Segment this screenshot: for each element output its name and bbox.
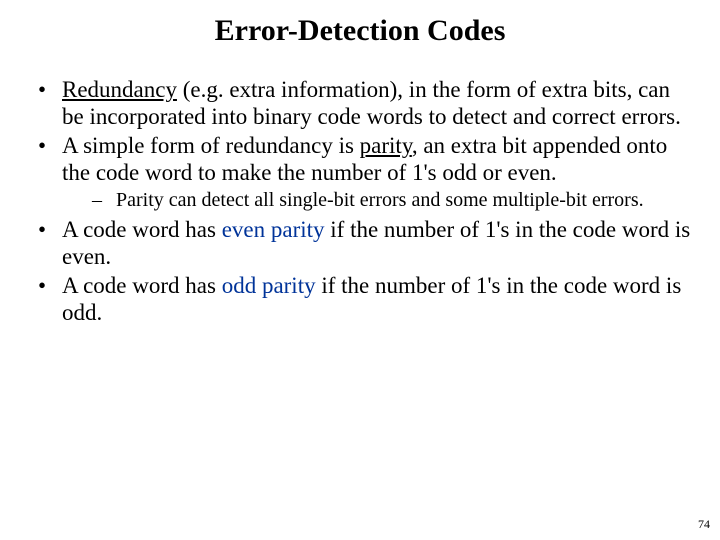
page-number: 74 — [698, 517, 710, 532]
bullet-parity: A simple form of redundancy is parity, a… — [32, 132, 692, 212]
underlined-term-parity: parity — [360, 133, 412, 158]
keyword-even-parity: even parity — [222, 217, 325, 242]
sub-bullet-text: Parity can detect all single-bit errors … — [116, 189, 644, 211]
slide-title: Error-Detection Codes — [0, 0, 720, 58]
bullet-text: A simple form of redundancy is — [62, 133, 360, 158]
sub-bullet-parity-detects: Parity can detect all single-bit errors … — [62, 189, 692, 213]
bullet-list: Redundancy (e.g. extra information), in … — [32, 76, 692, 327]
bullet-redundancy: Redundancy (e.g. extra information), in … — [32, 76, 692, 130]
bullet-text: A code word has — [62, 273, 222, 298]
bullet-odd-parity: A code word has odd parity if the number… — [32, 272, 692, 326]
keyword-odd-parity: odd parity — [222, 273, 316, 298]
underlined-term-redundancy: Redundancy — [62, 77, 177, 102]
bullet-text: A code word has — [62, 217, 222, 242]
bullet-even-parity: A code word has even parity if the numbe… — [32, 216, 692, 270]
slide: Error-Detection Codes Redundancy (e.g. e… — [0, 0, 720, 540]
sub-bullet-list: Parity can detect all single-bit errors … — [62, 189, 692, 213]
slide-body: Redundancy (e.g. extra information), in … — [0, 58, 720, 327]
